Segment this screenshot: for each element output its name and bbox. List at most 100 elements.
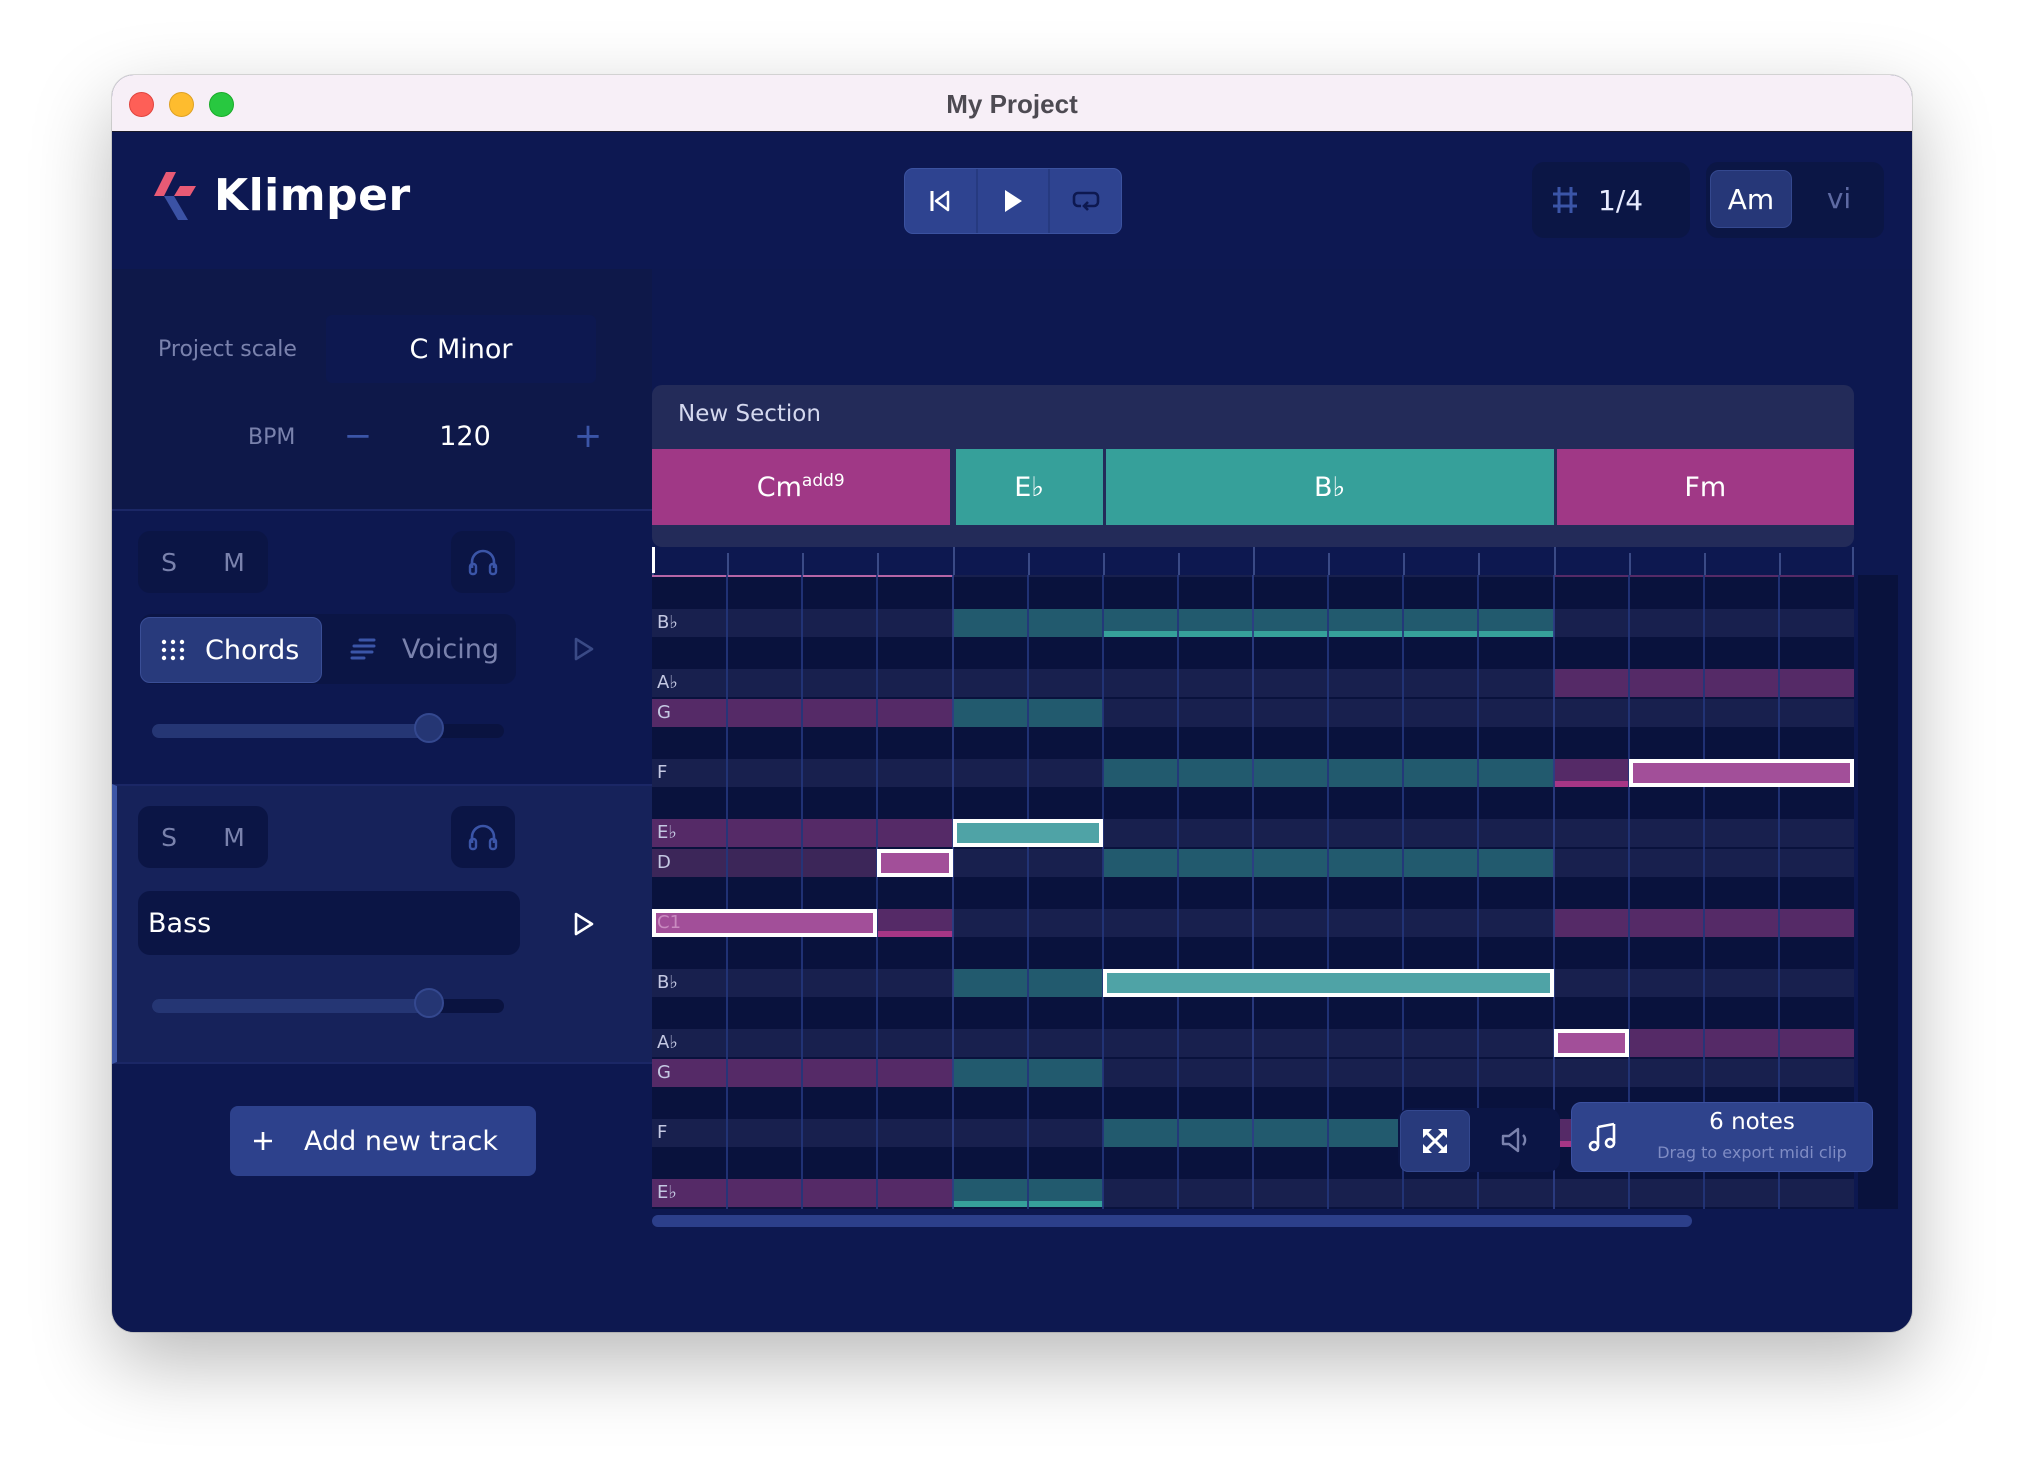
pitch-label: E♭ <box>657 822 677 843</box>
pitch-label: C1 <box>657 912 682 933</box>
project-settings: Project scale C Minor BPM − 120 + <box>112 269 652 509</box>
playhead[interactable] <box>652 547 655 573</box>
key-toggle: Am vi <box>1706 162 1884 238</box>
midi-note[interactable] <box>1628 759 1854 787</box>
expand-arrows-icon <box>1423 1129 1447 1153</box>
beat-tick <box>1328 553 1331 575</box>
beat-tick <box>1027 553 1030 575</box>
bar-tick <box>952 547 955 575</box>
speaker-icon <box>1501 1127 1527 1153</box>
track-name-input[interactable]: Bass <box>138 891 520 955</box>
pitch-label: B♭ <box>657 972 678 993</box>
beat-line <box>801 575 804 1209</box>
bpm-input[interactable]: 120 <box>380 402 550 470</box>
track-play-button[interactable] <box>564 629 604 669</box>
voicing-lines-icon <box>350 638 376 660</box>
beat-tick <box>1778 553 1781 575</box>
chord-extension: add9 <box>801 471 845 491</box>
app-header: Klimper 1/4 Am vi <box>112 132 1912 269</box>
play-icon <box>1005 190 1022 212</box>
headphones-icon <box>468 824 498 851</box>
chord-root: E♭ <box>1014 471 1045 503</box>
solo-button[interactable]: S <box>161 823 177 852</box>
beat-line <box>1101 575 1104 1209</box>
track-volume-slider[interactable] <box>152 713 504 743</box>
add-track-label: Add new track <box>304 1125 498 1157</box>
roman-numeral-option[interactable]: vi <box>1802 170 1876 226</box>
plus-icon <box>254 1132 272 1150</box>
midi-note[interactable] <box>877 849 953 877</box>
export-midi-clip[interactable]: 6 notes Drag to export midi clip <box>1571 1102 1873 1172</box>
solo-button[interactable]: S <box>161 548 177 577</box>
grid-icon <box>1553 187 1577 213</box>
tab-chords-label: Chords <box>205 634 300 666</box>
bpm-decrement-button[interactable]: − <box>334 402 382 470</box>
midi-note[interactable] <box>952 819 1103 847</box>
track-chords[interactable]: S M Chords Voicing <box>112 509 652 787</box>
loop-button[interactable] <box>1050 169 1121 233</box>
play-button[interactable] <box>978 169 1051 233</box>
timeline-ruler[interactable] <box>652 547 1854 575</box>
preview-sound-button[interactable] <box>1482 1110 1550 1170</box>
transport-controls <box>904 168 1122 234</box>
tab-voicing[interactable]: Voicing <box>336 617 516 681</box>
horizontal-scrollbar[interactable] <box>652 1215 1854 1231</box>
pitch-label: G <box>657 702 671 723</box>
tab-voicing-label: Voicing <box>402 633 499 665</box>
beat-tick <box>1628 553 1631 575</box>
chord-root: Cm <box>756 471 802 503</box>
mute-button[interactable]: M <box>223 823 245 852</box>
track-play-button[interactable] <box>564 904 604 944</box>
beat-tick <box>1403 553 1406 575</box>
monitor-button[interactable] <box>451 531 515 593</box>
section-block[interactable]: New Section Cm add9 E♭ B♭ Fm <box>652 385 1854 547</box>
music-note-icon <box>1588 1122 1616 1152</box>
track-mode-segmented: Chords Voicing <box>140 614 516 684</box>
brand-name: Klimper <box>214 170 411 221</box>
volume-knob[interactable] <box>413 988 444 1018</box>
key-name-option[interactable]: Am <box>1710 170 1792 228</box>
beat-line <box>1026 575 1029 1209</box>
beat-tick <box>727 553 730 575</box>
chord-root: B♭ <box>1313 471 1346 503</box>
volume-fill <box>152 724 427 738</box>
chord-block[interactable]: Cm add9 <box>652 449 950 525</box>
play-outline-icon <box>574 637 594 661</box>
chord-root-marker <box>1553 781 1629 787</box>
skip-back-icon <box>930 190 950 212</box>
pitch-label: A♭ <box>657 672 678 693</box>
bar-line <box>951 575 954 1209</box>
headphones-icon <box>468 549 498 576</box>
midi-note[interactable] <box>652 909 878 937</box>
pitch-label: F <box>657 762 668 783</box>
solo-mute-group: S M <box>138 806 268 868</box>
chord-block[interactable]: Fm <box>1556 449 1854 525</box>
project-scale-select[interactable]: C Minor <box>326 315 596 383</box>
pitch-label: E♭ <box>657 1182 677 1203</box>
volume-fill <box>152 999 427 1013</box>
export-hint: Drag to export midi clip <box>1657 1143 1847 1162</box>
skip-back-button[interactable] <box>905 169 978 233</box>
grid-resolution-select[interactable]: 1/4 <box>1532 162 1690 238</box>
add-track-button[interactable]: Add new track <box>230 1106 536 1176</box>
monitor-button[interactable] <box>451 806 515 868</box>
bar-line <box>1252 575 1254 1209</box>
horizontal-scroll-thumb[interactable] <box>652 1215 1692 1227</box>
pitch-label: D <box>657 852 671 873</box>
beat-line <box>726 575 729 1209</box>
chord-block[interactable]: B♭ <box>1105 449 1554 525</box>
workspace: Project scale C Minor BPM − 120 + S M Ch… <box>112 269 1912 1332</box>
fit-view-button[interactable] <box>1400 1110 1470 1172</box>
midi-note[interactable] <box>1553 1029 1629 1057</box>
volume-knob[interactable] <box>413 713 444 743</box>
mute-button[interactable]: M <box>223 548 245 577</box>
chord-root: Fm <box>1684 471 1727 503</box>
tab-chords[interactable]: Chords <box>140 617 322 683</box>
beat-tick <box>802 553 805 575</box>
track-volume-slider[interactable] <box>152 988 504 1018</box>
track-bass[interactable]: S M Bass <box>112 784 657 1064</box>
midi-note[interactable] <box>1102 969 1554 997</box>
beat-tick <box>1102 553 1105 575</box>
bpm-increment-button[interactable]: + <box>564 402 612 470</box>
chord-block[interactable]: E♭ <box>955 449 1103 525</box>
